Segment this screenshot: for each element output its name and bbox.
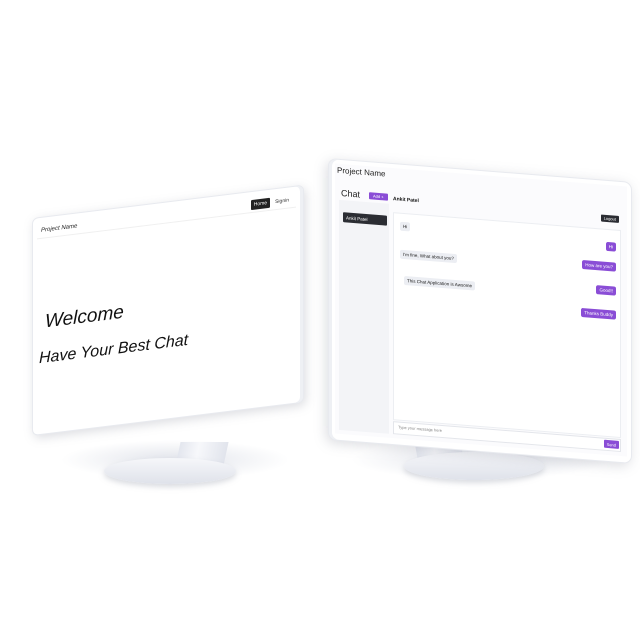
welcome-heading: Welcome [45, 301, 124, 333]
chat-heading: Chat [341, 188, 361, 200]
signin-nav-button[interactable]: Signin [272, 195, 292, 207]
landing-page-screen: Project Name Home Signin Welcome Have Yo… [37, 190, 296, 429]
message-list: Hi Hi How are you? I'm fine, What about … [393, 212, 621, 439]
left-monitor: Project Name Home Signin Welcome Have Yo… [32, 184, 304, 436]
home-nav-button[interactable]: Home [250, 197, 271, 211]
message-bubble-outgoing: Hi [605, 241, 616, 252]
chat-app-screen: Project Name Chat Add + Ankit Patel Anki… [335, 163, 627, 457]
project-title: Project Name [337, 165, 386, 179]
message-bubble-incoming: Hi [400, 221, 411, 232]
brand-name[interactable]: Project Name [41, 223, 77, 233]
right-monitor-stand-base [404, 452, 544, 480]
contacts-sidebar: Ankit Patel [339, 199, 389, 434]
welcome-tagline: Have Your Best Chat [39, 331, 189, 368]
right-monitor-bezel: Project Name Chat Add + Ankit Patel Anki… [328, 158, 632, 464]
message-input[interactable]: Type your message here [398, 425, 442, 433]
message-bubble-outgoing: Thanks Buddy [581, 307, 616, 320]
left-monitor-bezel: Project Name Home Signin Welcome Have Yo… [32, 184, 304, 436]
message-bubble-outgoing: How are you? [582, 260, 616, 272]
send-button[interactable]: Send [603, 439, 619, 449]
logout-button[interactable]: Logout [600, 214, 619, 223]
message-bubble-incoming: This Chat Application is Awsome [404, 275, 475, 291]
contact-item[interactable]: Ankit Patel [343, 212, 387, 226]
left-monitor-stand-base [104, 458, 236, 484]
landing-navbar: Project Name Home Signin [37, 192, 296, 240]
right-monitor: Project Name Chat Add + Ankit Patel Anki… [328, 158, 632, 464]
nav-buttons: Home Signin [250, 195, 292, 211]
message-bubble-incoming: I'm fine, What about you? [400, 249, 457, 264]
message-bubble-outgoing: Good!! [596, 285, 616, 296]
add-contact-button[interactable]: Add + [369, 192, 388, 201]
active-chat-name: Ankit Patel [393, 196, 419, 205]
